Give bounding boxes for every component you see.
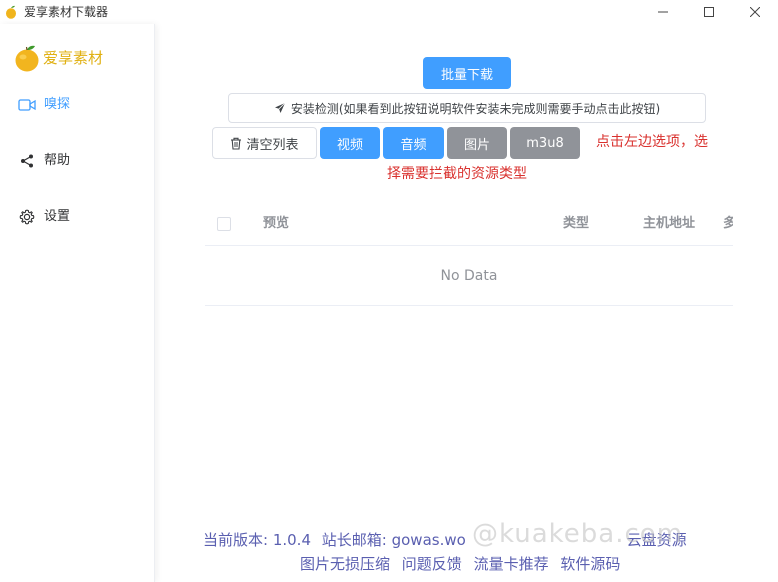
data-card-link[interactable]: 流量卡推荐: [474, 555, 549, 573]
sidebar-item-label: 设置: [44, 209, 71, 224]
sidebar-item-label: 嗅探: [44, 97, 71, 112]
minimize-button[interactable]: [640, 0, 686, 24]
sidebar-item-label: 帮助: [44, 153, 71, 168]
filter-image-button[interactable]: 图片: [447, 127, 507, 159]
brand-name: 爱享素材: [43, 49, 104, 67]
watermark: @kuakeba.com: [472, 519, 684, 549]
install-check-label: 安装检测(如果看到此按钮说明软件安装未完成则需要手动点击此按钮): [290, 101, 661, 116]
version-text: 当前版本: 1.0.4: [203, 531, 311, 549]
brand-logo-icon: [15, 45, 39, 72]
gear-icon: [18, 208, 36, 226]
batch-download-button[interactable]: 批量下载: [423, 57, 511, 89]
trash-icon: [230, 137, 242, 150]
share-icon: [18, 152, 36, 170]
close-button[interactable]: [732, 0, 778, 24]
column-header-preview: 预览: [263, 216, 290, 231]
title-bar: 爱享素材下载器: [0, 0, 778, 24]
minimize-icon: [658, 11, 668, 13]
filter-hint-line2: 择需要拦截的资源类型: [387, 166, 527, 182]
column-header-more: 多: [723, 216, 733, 231]
source-code-link[interactable]: 软件源码: [560, 555, 620, 573]
table-header: 预览 类型 主机地址 多: [205, 203, 733, 246]
brand: 爱享素材: [14, 44, 103, 72]
close-icon: [750, 7, 760, 17]
sidebar: 爱享素材 嗅探 帮助 设置: [0, 24, 155, 582]
clear-list-label: 清空列表: [246, 137, 299, 153]
contact-email-link[interactable]: 站长邮箱: gowas.wo: [322, 531, 466, 549]
maximize-button[interactable]: [686, 0, 732, 24]
resource-table: 预览 类型 主机地址 多 No Data: [205, 203, 733, 306]
footer-line2: 图片无损压缩 问题反馈 流量卡推荐 软件源码: [300, 555, 627, 573]
empty-state-text: No Data: [440, 267, 498, 284]
column-header-type: 类型: [563, 216, 590, 231]
sidebar-item-help[interactable]: 帮助: [18, 150, 70, 172]
sidebar-item-settings[interactable]: 设置: [18, 206, 70, 228]
video-icon: [18, 96, 36, 114]
maximize-icon: [704, 7, 714, 17]
clear-list-button[interactable]: 清空列表: [212, 127, 317, 159]
install-check-button[interactable]: 安装检测(如果看到此按钮说明软件安装未完成则需要手动点击此按钮): [228, 93, 706, 123]
table-body: No Data: [205, 246, 733, 306]
column-header-host: 主机地址: [643, 216, 696, 231]
window-title: 爱享素材下载器: [24, 5, 109, 19]
filter-m3u8-button[interactable]: m3u8: [510, 127, 580, 159]
select-all-checkbox[interactable]: [217, 217, 231, 231]
filter-hint-line1: 点击左边选项，选: [596, 134, 708, 150]
filter-audio-button[interactable]: 音频: [383, 127, 444, 159]
filter-video-button[interactable]: 视频: [320, 127, 380, 159]
app-logo-icon: [6, 5, 16, 19]
image-compress-link[interactable]: 图片无损压缩: [300, 555, 390, 573]
send-icon: [274, 102, 286, 114]
feedback-link[interactable]: 问题反馈: [402, 555, 462, 573]
sidebar-item-sniff[interactable]: 嗅探: [18, 94, 70, 116]
